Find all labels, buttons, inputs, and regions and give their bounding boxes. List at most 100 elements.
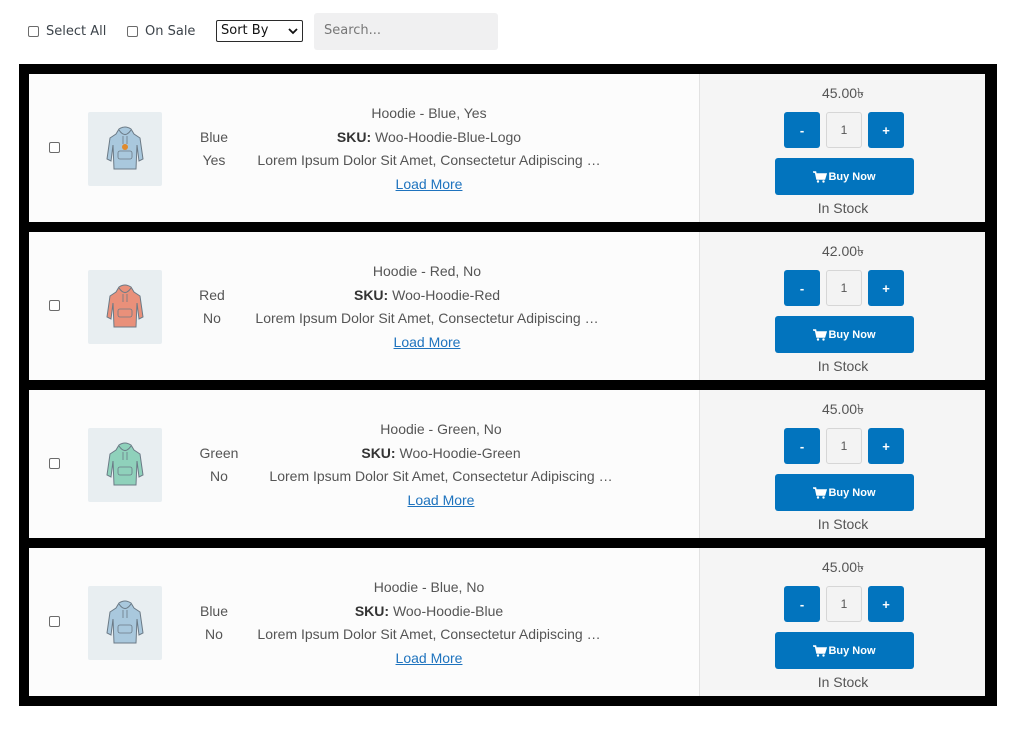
product-thumbnail[interactable] xyxy=(88,112,162,186)
hoodie-blue-icon xyxy=(106,600,144,644)
product-list: Blue Yes Hoodie - Blue, Yes SKU: Woo-Hoo… xyxy=(19,64,997,706)
quantity-input[interactable]: 1 xyxy=(826,270,862,306)
cart-icon xyxy=(813,486,828,499)
quantity-input[interactable]: 1 xyxy=(826,112,862,148)
product-info: Red No Hoodie - Red, No SKU: Woo-Hoodie-… xyxy=(29,232,699,380)
buy-now-label: Buy Now xyxy=(828,486,876,499)
product-description: Lorem Ipsum Dolor Sit Amet, Consectetur … xyxy=(255,310,599,326)
attribute-color: Green xyxy=(199,445,239,461)
sku-key: SKU: xyxy=(361,444,396,461)
quantity-decrease-button[interactable]: - xyxy=(784,428,820,464)
buy-now-button[interactable]: Buy Now xyxy=(775,316,914,353)
sku-value: Woo-Hoodie-Green xyxy=(399,444,521,461)
product-price: 45.00৳ xyxy=(821,401,864,417)
search-input[interactable]: Search... xyxy=(314,13,498,50)
sort-by-select[interactable]: Sort By xyxy=(216,20,303,42)
purchase-panel: 45.00৳ - 1 + Buy Now In Stock xyxy=(699,548,985,696)
quantity-decrease-button[interactable]: - xyxy=(784,270,820,306)
product-sku: SKU: Woo-Hoodie-Blue xyxy=(229,600,629,624)
product-description: Lorem Ipsum Dolor Sit Amet, Consectetur … xyxy=(257,626,601,642)
cart-icon xyxy=(813,644,828,657)
product-description: Lorem Ipsum Dolor Sit Amet, Consectetur … xyxy=(257,152,601,168)
product-price: 45.00৳ xyxy=(821,559,864,575)
stock-status: In Stock xyxy=(817,358,869,374)
product-row: Green No Hoodie - Green, No SKU: Woo-Hoo… xyxy=(29,390,985,538)
quantity-increase-button[interactable]: + xyxy=(868,270,904,306)
product-thumbnail[interactable] xyxy=(88,270,162,344)
product-title: Hoodie - Red, No xyxy=(372,263,482,279)
load-more-link[interactable]: Load More xyxy=(394,334,461,350)
product-select-checkbox[interactable] xyxy=(49,300,60,311)
buy-now-button[interactable]: Buy Now xyxy=(775,474,914,511)
product-title: Hoodie - Green, No xyxy=(380,421,502,437)
product-info: Blue No Hoodie - Blue, No SKU: Woo-Hoodi… xyxy=(29,548,699,696)
product-sku: SKU: Woo-Hoodie-Red xyxy=(227,284,627,308)
quantity-input[interactable]: 1 xyxy=(826,586,862,622)
product-row: Blue No Hoodie - Blue, No SKU: Woo-Hoodi… xyxy=(29,548,985,696)
load-more-link[interactable]: Load More xyxy=(396,176,463,192)
product-details: Hoodie - Green, No SKU: Woo-Hoodie-Green… xyxy=(241,418,641,512)
product-title: Hoodie - Blue, No xyxy=(373,579,485,595)
load-more-link[interactable]: Load More xyxy=(396,650,463,666)
product-title: Hoodie - Blue, Yes xyxy=(371,105,487,121)
sku-key: SKU: xyxy=(353,286,389,303)
stock-status: In Stock xyxy=(817,200,869,216)
product-description: Lorem Ipsum Dolor Sit Amet, Consectetur … xyxy=(269,468,613,484)
product-select-checkbox[interactable] xyxy=(49,458,60,469)
buy-now-label: Buy Now xyxy=(828,170,876,183)
select-all-control[interactable]: Select All xyxy=(28,22,106,40)
sku-value: Woo-Hoodie-Red xyxy=(392,286,501,303)
quantity-stepper: - 1 + xyxy=(784,270,904,306)
sku-key: SKU: xyxy=(336,128,372,145)
product-thumbnail[interactable] xyxy=(88,586,162,660)
quantity-stepper: - 1 + xyxy=(784,428,904,464)
quantity-increase-button[interactable]: + xyxy=(868,586,904,622)
quantity-decrease-button[interactable]: - xyxy=(784,112,820,148)
cart-icon xyxy=(813,328,828,341)
product-sku: SKU: Woo-Hoodie-Green xyxy=(241,442,641,466)
purchase-panel: 42.00৳ - 1 + Buy Now In Stock xyxy=(699,232,985,380)
purchase-panel: 45.00৳ - 1 + Buy Now In Stock xyxy=(699,390,985,538)
on-sale-control[interactable]: On Sale xyxy=(127,22,195,40)
quantity-input[interactable]: 1 xyxy=(826,428,862,464)
product-select-checkbox[interactable] xyxy=(49,616,60,627)
product-row: Blue Yes Hoodie - Blue, Yes SKU: Woo-Hoo… xyxy=(29,74,985,222)
load-more-link[interactable]: Load More xyxy=(408,492,475,508)
product-select-checkbox[interactable] xyxy=(49,142,60,153)
product-price: 42.00৳ xyxy=(821,243,864,259)
quantity-decrease-button[interactable]: - xyxy=(784,586,820,622)
product-details: Hoodie - Blue, Yes SKU: Woo-Hoodie-Blue-… xyxy=(229,102,629,196)
on-sale-label: On Sale xyxy=(145,23,196,39)
product-row: Red No Hoodie - Red, No SKU: Woo-Hoodie-… xyxy=(29,232,985,380)
quantity-increase-button[interactable]: + xyxy=(868,428,904,464)
sku-value: Woo-Hoodie-Blue xyxy=(392,602,504,619)
search-placeholder: Search... xyxy=(324,23,382,38)
on-sale-checkbox[interactable] xyxy=(127,25,138,37)
sku-key: SKU: xyxy=(354,602,390,619)
buy-now-label: Buy Now xyxy=(828,644,876,657)
buy-now-button[interactable]: Buy Now xyxy=(775,632,914,669)
quantity-stepper: - 1 + xyxy=(784,112,904,148)
product-thumbnail[interactable] xyxy=(88,428,162,502)
buy-now-label: Buy Now xyxy=(828,328,876,341)
sku-value: Woo-Hoodie-Blue-Logo xyxy=(375,128,522,145)
select-all-checkbox[interactable] xyxy=(28,25,39,37)
stock-status: In Stock xyxy=(817,674,869,690)
buy-now-button[interactable]: Buy Now xyxy=(775,158,914,195)
chevron-down-icon xyxy=(288,28,298,35)
hoodie-blue-logo-icon xyxy=(106,126,144,170)
purchase-panel: 45.00৳ - 1 + Buy Now In Stock xyxy=(699,74,985,222)
product-attributes: Green No xyxy=(194,442,244,488)
hoodie-green-icon xyxy=(106,442,144,486)
product-details: Hoodie - Blue, No SKU: Woo-Hoodie-Blue L… xyxy=(229,576,629,670)
product-details: Hoodie - Red, No SKU: Woo-Hoodie-Red Lor… xyxy=(227,260,627,354)
stock-status: In Stock xyxy=(817,516,869,532)
cart-icon xyxy=(813,170,828,183)
product-info: Blue Yes Hoodie - Blue, Yes SKU: Woo-Hoo… xyxy=(29,74,699,222)
sort-by-value: Sort By xyxy=(221,23,269,38)
quantity-increase-button[interactable]: + xyxy=(868,112,904,148)
hoodie-red-icon xyxy=(106,284,144,328)
attribute-logo: No xyxy=(210,468,228,484)
product-price: 45.00৳ xyxy=(821,85,864,101)
product-info: Green No Hoodie - Green, No SKU: Woo-Hoo… xyxy=(29,390,699,538)
